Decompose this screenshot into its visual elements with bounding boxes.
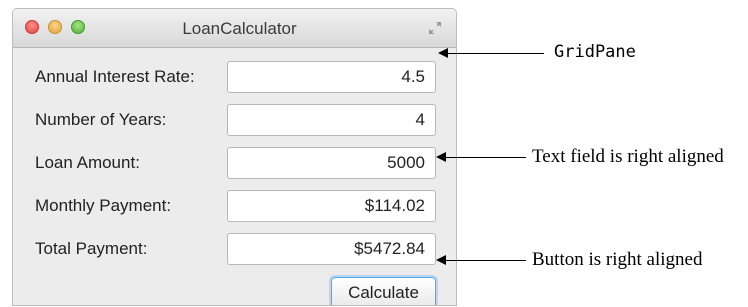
loan-amount-field[interactable]: 5000 — [227, 147, 436, 179]
fullscreen-icon[interactable] — [428, 21, 442, 35]
gridpane-annotation: GridPane — [554, 42, 636, 62]
grid-pane: Annual Interest Rate: 4.5 Number of Year… — [13, 48, 456, 305]
button-pointer-line — [444, 260, 526, 261]
loan-calculator-window: LoanCalculator Annual Interest Rate: 4.5… — [12, 8, 457, 306]
annual-interest-rate-label: Annual Interest Rate: — [35, 67, 195, 86]
textfield-annotation: Text field is right aligned — [532, 146, 724, 167]
textfield-pointer-line — [444, 157, 526, 158]
loan-amount-label: Loan Amount: — [35, 153, 140, 172]
annual-interest-rate-field[interactable]: 4.5 — [227, 61, 436, 93]
gridpane-pointer-line — [446, 53, 544, 54]
total-payment-label: Total Payment: — [35, 239, 148, 258]
total-payment-field[interactable]: $5472.84 — [227, 233, 436, 265]
figure: LoanCalculator Annual Interest Rate: 4.5… — [0, 0, 748, 307]
calculate-button[interactable]: Calculate — [331, 277, 436, 305]
title-bar: LoanCalculator — [13, 9, 456, 48]
monthly-payment-label: Monthly Payment: — [35, 196, 172, 215]
button-annotation: Button is right aligned — [532, 249, 703, 270]
monthly-payment-field[interactable]: $114.02 — [227, 190, 436, 222]
number-of-years-field[interactable]: 4 — [227, 104, 436, 136]
window-title: LoanCalculator — [182, 19, 297, 38]
number-of-years-label: Number of Years: — [35, 110, 167, 129]
